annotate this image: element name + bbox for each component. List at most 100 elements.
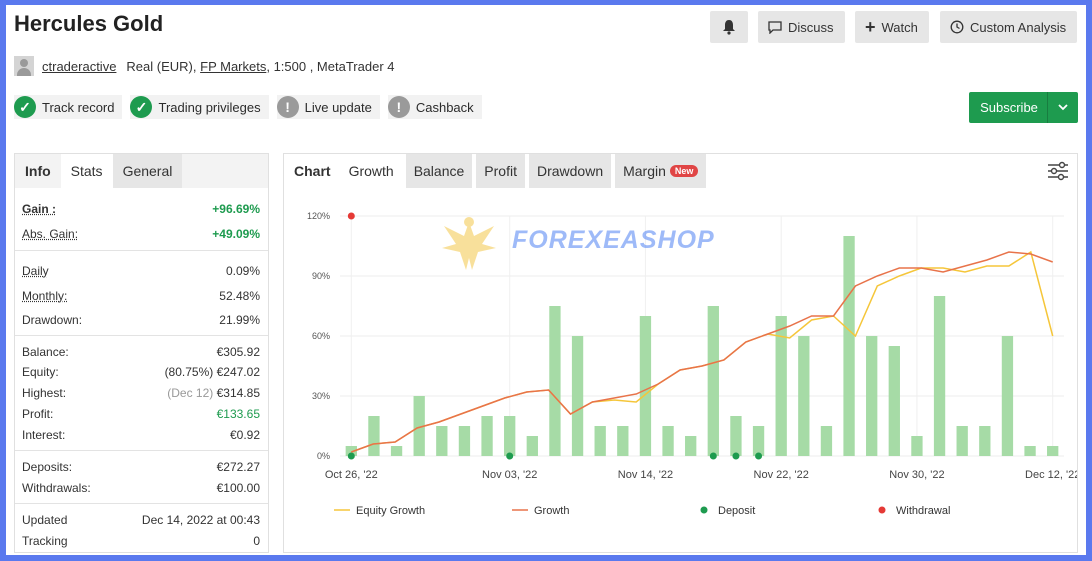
- chevron-down-icon[interactable]: [1047, 92, 1078, 123]
- stat-label: Updated: [22, 513, 68, 527]
- stat-label[interactable]: Gain :: [22, 202, 56, 216]
- comment-icon: [768, 20, 782, 34]
- notification-button[interactable]: [710, 11, 748, 43]
- badge-label: Track record: [42, 99, 115, 115]
- legend-label[interactable]: Growth: [534, 505, 569, 517]
- stat-label: Deposits:: [22, 460, 73, 474]
- discuss-button[interactable]: Discuss: [758, 11, 845, 43]
- badge-label: Live update: [304, 99, 372, 115]
- chart-bar: [662, 426, 674, 456]
- exclamation-icon: !: [387, 96, 410, 118]
- stat-value: €133.65: [216, 407, 260, 421]
- y-tick-label: 0%: [317, 451, 330, 461]
- stat-value: €314.85: [216, 386, 260, 400]
- y-tick-label: 60%: [312, 331, 330, 341]
- badge-trading-privileges[interactable]: ✓ Trading privileges: [130, 95, 269, 119]
- chart-bar: [571, 336, 584, 456]
- stat-value: Dec 14, 2022 at 00:43: [141, 513, 260, 527]
- stat-value: €100.00: [216, 481, 260, 495]
- y-tick-label: 90%: [312, 271, 330, 281]
- chart-bar: [956, 426, 968, 456]
- chart-bar: [707, 306, 719, 456]
- chart-bar: [481, 416, 493, 456]
- stat-label[interactable]: Abs. Gain:: [22, 227, 78, 241]
- divider: [15, 503, 268, 504]
- stat-label: Tracking: [22, 534, 68, 548]
- stat-label: Highest:: [22, 386, 67, 400]
- custom-analysis-label: Custom Analysis: [970, 19, 1067, 35]
- watch-label: Watch: [881, 19, 918, 35]
- chart-bar: [436, 426, 448, 456]
- stat-updated: Updated Dec 14, 2022 at 00:43: [22, 513, 260, 527]
- stat-profit: Profit: €133.65: [22, 407, 260, 421]
- bell-icon: [723, 20, 735, 35]
- discuss-label: Discuss: [788, 19, 834, 35]
- exclamation-icon: !: [276, 96, 299, 118]
- badges-row: ✓ Track record ✓ Trading privileges ! Li…: [14, 95, 482, 119]
- tab-margin[interactable]: Margin New: [615, 154, 707, 188]
- tab-general[interactable]: General: [112, 154, 183, 188]
- chart-bar: [617, 426, 629, 456]
- custom-analysis-button[interactable]: Custom Analysis: [940, 11, 1077, 43]
- badge-track-record[interactable]: ✓ Track record: [14, 95, 123, 119]
- watch-button[interactable]: + Watch: [855, 11, 929, 43]
- divider: [15, 250, 268, 251]
- clock-icon: [950, 20, 964, 34]
- tab-growth[interactable]: Growth: [340, 154, 402, 188]
- withdrawal-marker: [347, 212, 355, 220]
- deposit-marker: [755, 452, 763, 460]
- chart-bar: [526, 436, 538, 456]
- stat-label: Withdrawals:: [22, 481, 91, 495]
- x-tick-label: Oct 26, '22: [325, 469, 378, 481]
- legend-label[interactable]: Withdrawal: [896, 505, 950, 517]
- tab-stats[interactable]: Stats: [60, 154, 113, 188]
- legend-label[interactable]: Deposit: [718, 505, 755, 517]
- badge-label: Trading privileges: [158, 99, 261, 115]
- y-tick-label: 120%: [307, 211, 330, 221]
- subscribe-button[interactable]: Subscribe: [969, 92, 1078, 123]
- plus-icon: +: [865, 17, 876, 37]
- chart-bar: [458, 426, 471, 456]
- stat-sub: (80.75%): [164, 365, 214, 379]
- page-frame: Hercules Gold Discuss + Watch Custom Ana…: [6, 5, 1086, 555]
- chart-bar: [820, 426, 833, 456]
- stat-drawdown: Drawdown: 21.99%: [22, 313, 260, 327]
- stat-withdrawals: Withdrawals: €100.00: [22, 481, 260, 495]
- account-details: , 1:500 , MetaTrader 4: [266, 58, 395, 74]
- broker-link[interactable]: FP Markets: [200, 59, 266, 74]
- y-tick-label: 30%: [312, 391, 330, 401]
- stat-label: Balance:: [22, 345, 69, 359]
- watermark-text: FOREXEASHOP: [512, 226, 715, 254]
- tab-balance[interactable]: Balance: [405, 154, 473, 188]
- stat-value: €272.27: [216, 460, 260, 474]
- tab-profit[interactable]: Profit: [476, 154, 525, 188]
- stat-value: 0.09%: [225, 264, 260, 278]
- account-type: Real (EUR),: [126, 58, 197, 74]
- tab-drawdown[interactable]: Drawdown: [528, 154, 612, 188]
- tab-info[interactable]: Info: [15, 154, 61, 188]
- chart-bar: [911, 436, 923, 456]
- deposit-marker: [506, 452, 514, 460]
- stat-label[interactable]: Daily: [22, 264, 49, 278]
- deposit-marker: [347, 452, 355, 460]
- badge-cashback[interactable]: ! Cashback: [387, 95, 482, 119]
- equity-growth-line: [351, 250, 1054, 453]
- chart-tabs: Chart Growth Balance Profit Drawdown Mar…: [284, 154, 1077, 188]
- chart-panel: Chart Growth Balance Profit Drawdown Mar…: [283, 153, 1078, 553]
- legend-swatch: [878, 506, 886, 514]
- stat-label[interactable]: Monthly:: [22, 289, 67, 303]
- divider: [15, 450, 268, 451]
- settings-sliders-icon[interactable]: [1047, 161, 1069, 181]
- legend-label[interactable]: Equity Growth: [356, 505, 425, 517]
- username-link[interactable]: ctraderactive: [42, 59, 116, 74]
- x-tick-label: Dec 12, '22: [1025, 469, 1077, 481]
- x-tick-label: Nov 03, '22: [482, 469, 537, 481]
- stat-value: 0: [253, 534, 260, 548]
- chart-bar: [1047, 446, 1059, 456]
- chart-bar: [368, 416, 380, 456]
- stat-balance: Balance: €305.92: [22, 345, 260, 359]
- stat-abs-gain: Abs. Gain: +49.09%: [22, 227, 260, 241]
- deposit-marker: [732, 452, 740, 460]
- stats-panel: Info Stats General Gain : +96.69% Abs. G…: [14, 153, 269, 553]
- badge-live-update[interactable]: ! Live update: [276, 95, 380, 119]
